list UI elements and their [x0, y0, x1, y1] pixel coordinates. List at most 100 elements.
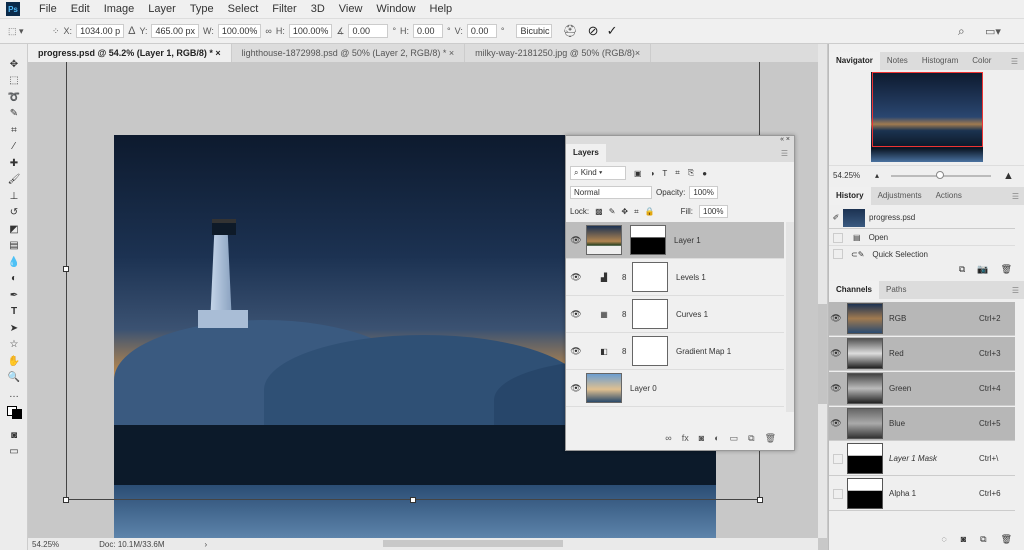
fill-field[interactable]: 100%	[699, 205, 728, 218]
x-field[interactable]: 1034.00 p	[76, 24, 125, 38]
hand-tool-icon[interactable]: ✋	[0, 353, 28, 370]
transform-handle[interactable]	[63, 497, 69, 503]
tab-navigator[interactable]: Navigator	[829, 52, 880, 70]
menu-help[interactable]: Help	[423, 3, 460, 15]
layer-row[interactable]: 👁 Layer 1	[566, 222, 784, 259]
type-tool-icon[interactable]: T	[0, 304, 28, 321]
lock-all-icon[interactable]: 🔒	[645, 207, 655, 216]
visibility-eye-icon[interactable]: 👁	[566, 272, 586, 283]
vertical-scrollbar[interactable]	[818, 44, 827, 538]
zoom-slider[interactable]	[891, 170, 992, 179]
chain-link-icon[interactable]: 8	[622, 347, 632, 356]
blur-tool-icon[interactable]: 💧	[0, 254, 28, 271]
channel-row[interactable]: 👁 Blue Ctrl+5	[829, 407, 1015, 441]
menu-window[interactable]: Window	[369, 3, 422, 15]
new-group-icon[interactable]: ▭	[730, 433, 739, 444]
healing-brush-icon[interactable]: ✚	[0, 155, 28, 172]
channel-row[interactable]: 👁 Red Ctrl+3	[829, 337, 1015, 371]
visibility-eye-icon[interactable]: 👁	[829, 348, 843, 359]
tab-lighthouse[interactable]: lighthouse-1872998.psd @ 50% (Layer 2, R…	[232, 44, 466, 62]
quick-mask-icon[interactable]: ◙	[0, 427, 28, 444]
close-icon[interactable]: ×	[215, 48, 220, 58]
lasso-tool-icon[interactable]: ➰	[0, 89, 28, 106]
tab-progress[interactable]: progress.psd @ 54.2% (Layer 1, RGB/8) * …	[28, 44, 232, 62]
tab-adjustments[interactable]: Adjustments	[871, 187, 929, 205]
new-layer-icon[interactable]: ⧉	[748, 433, 754, 444]
tab-actions[interactable]: Actions	[929, 187, 969, 205]
shape-filter-icon[interactable]: ⌗	[675, 168, 680, 178]
history-item[interactable]: ▤ Open	[829, 230, 1015, 246]
panel-menu-icon[interactable]: ☰	[1012, 286, 1019, 295]
interpolation-select[interactable]: Bicubic	[516, 24, 553, 38]
warp-icon[interactable]: ⛑	[562, 24, 577, 38]
dodge-tool-icon[interactable]: ◐	[0, 271, 28, 288]
layers-scrollbar[interactable]	[786, 222, 794, 412]
eyedropper-tool-icon[interactable]: ⁄	[0, 139, 28, 156]
layer-mask-thumbnail[interactable]	[630, 225, 666, 255]
pixel-filter-icon[interactable]: ▣	[634, 169, 642, 178]
channel-row[interactable]: Layer 1 Mask Ctrl+\	[829, 442, 1015, 476]
channel-row[interactable]: Alpha 1 Ctrl+6	[829, 477, 1015, 511]
more-tools-icon[interactable]: …	[0, 386, 28, 403]
zoom-level[interactable]: 54.25%	[32, 540, 59, 549]
smart-object-filter-icon[interactable]: ⎘	[688, 168, 694, 178]
menu-view[interactable]: View	[332, 3, 370, 15]
tab-paths[interactable]: Paths	[879, 281, 913, 299]
link-layers-icon[interactable]: ∞	[665, 433, 671, 444]
navigator-view-box[interactable]	[872, 72, 983, 147]
filter-toggle-icon[interactable]: ●	[702, 169, 707, 178]
layer-row[interactable]: 👁 ▦ 8 Curves 1	[566, 296, 784, 333]
transform-handle[interactable]	[410, 497, 416, 503]
lock-transparent-icon[interactable]: ▩	[595, 207, 603, 216]
panel-menu-icon[interactable]: ☰	[1011, 57, 1018, 66]
blend-mode-select[interactable]: Normal	[570, 186, 652, 199]
layer-mask-thumbnail[interactable]	[632, 299, 668, 329]
visibility-checkbox[interactable]	[833, 453, 843, 464]
zoom-out-icon[interactable]: ▴	[875, 171, 879, 180]
add-mask-icon[interactable]: ◙	[699, 433, 704, 444]
opacity-field[interactable]: 100%	[689, 186, 718, 199]
delta-icon[interactable]: Δ	[128, 25, 135, 37]
visibility-eye-icon[interactable]: 👁	[829, 383, 843, 394]
layer-row[interactable]: 👁 ▟ 8 Levels 1	[566, 259, 784, 296]
transform-handle[interactable]	[63, 266, 69, 272]
horizontal-scrollbar[interactable]	[383, 540, 563, 547]
channel-row[interactable]: 👁 RGB Ctrl+2	[829, 302, 1015, 336]
height-field[interactable]: 100.00%	[288, 24, 333, 38]
menu-3d[interactable]: 3D	[304, 3, 332, 15]
tab-histogram[interactable]: Histogram	[915, 52, 965, 70]
angle-field[interactable]: 0.00	[348, 24, 389, 38]
tab-layers[interactable]: Layers	[566, 144, 606, 162]
layer-mask-thumbnail[interactable]	[632, 336, 668, 366]
navigator-zoom-field[interactable]: 54.25%	[829, 171, 865, 180]
type-filter-icon[interactable]: T	[662, 169, 667, 178]
tab-color[interactable]: Color	[965, 52, 998, 70]
lock-image-icon[interactable]: ✎	[609, 207, 616, 216]
status-menu-icon[interactable]: ›	[205, 540, 208, 549]
delete-channel-icon[interactable]: 🗑	[1001, 534, 1012, 545]
visibility-eye-icon[interactable]: 👁	[566, 309, 586, 320]
menu-image[interactable]: Image	[97, 3, 142, 15]
channel-row[interactable]: 👁 Green Ctrl+4	[829, 372, 1015, 406]
visibility-eye-icon[interactable]: 👁	[566, 346, 586, 357]
tab-history[interactable]: History	[829, 187, 871, 205]
adjustment-filter-icon[interactable]: ◑	[650, 169, 655, 178]
brush-tool-icon[interactable]: 🖌	[0, 172, 28, 189]
fx-icon[interactable]: fx	[682, 433, 689, 444]
menu-filter[interactable]: Filter	[265, 3, 303, 15]
layer-filter-select[interactable]: ⌕ Kind ▾	[570, 166, 626, 180]
delete-state-icon[interactable]: 🗑	[1001, 264, 1012, 275]
pen-tool-icon[interactable]: ✒	[0, 287, 28, 304]
menu-select[interactable]: Select	[221, 3, 266, 15]
crop-tool-icon[interactable]: ⌗	[0, 122, 28, 139]
close-icon[interactable]: ×	[635, 48, 640, 58]
panel-menu-icon[interactable]: ☰	[1012, 192, 1019, 201]
panel-menu-icon[interactable]: ☰	[781, 149, 788, 158]
workspace-icon[interactable]: ▭▾	[985, 25, 1001, 38]
visibility-eye-icon[interactable]: 👁	[566, 383, 586, 394]
path-selection-icon[interactable]: ➤	[0, 320, 28, 337]
load-selection-icon[interactable]: ◌	[941, 534, 946, 545]
history-brush-source-icon[interactable]: ✐	[829, 213, 843, 222]
tab-channels[interactable]: Channels	[829, 281, 880, 299]
gradient-tool-icon[interactable]: ▤	[0, 238, 28, 255]
